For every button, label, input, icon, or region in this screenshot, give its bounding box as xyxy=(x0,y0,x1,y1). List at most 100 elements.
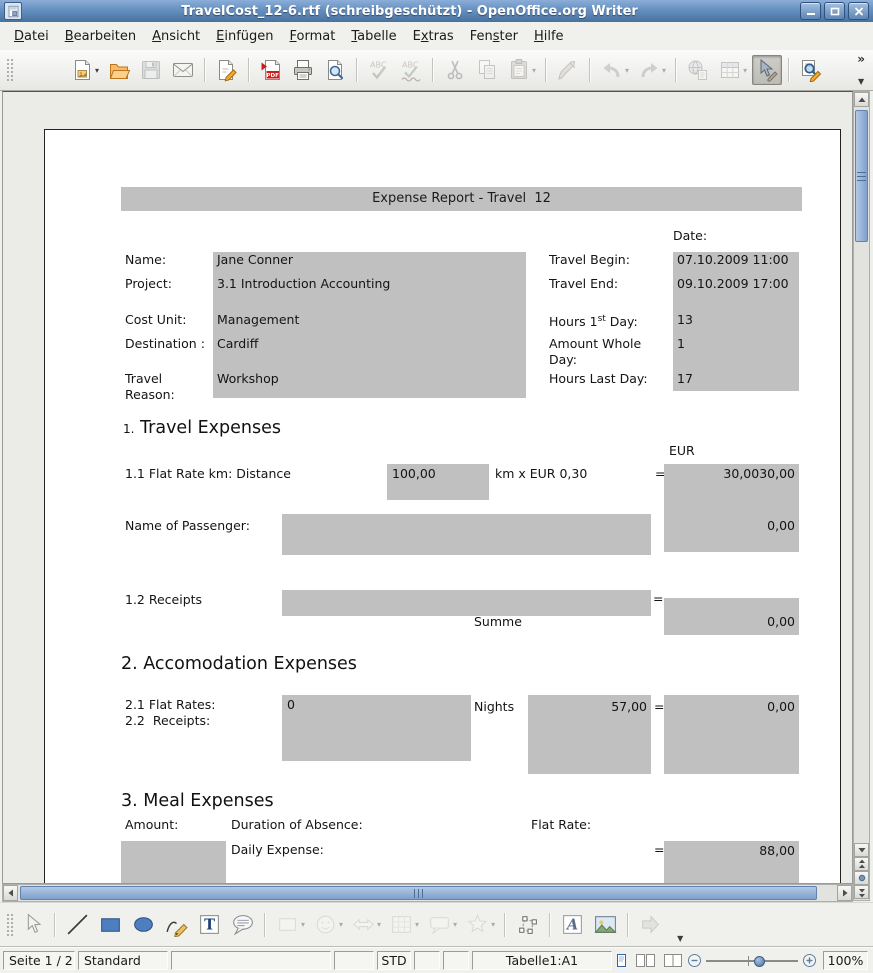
table-button: ▾ xyxy=(715,55,750,85)
maximize-button[interactable] xyxy=(824,2,845,20)
text-box-button[interactable]: T xyxy=(194,909,225,940)
callout-icon xyxy=(230,912,255,937)
print-button[interactable] xyxy=(288,55,318,85)
dropdown-caret-icon: ▾ xyxy=(301,920,305,929)
edit-file-button[interactable] xyxy=(212,55,242,85)
extrusion-button xyxy=(635,909,666,940)
status-insert-mode[interactable]: STD xyxy=(377,951,411,970)
select-button[interactable] xyxy=(17,909,48,940)
hyperlink-icon xyxy=(686,58,710,82)
callout-button[interactable] xyxy=(227,909,258,940)
next-page-button[interactable] xyxy=(854,885,869,899)
vertical-scrollbar[interactable] xyxy=(853,91,870,901)
nights-value: 57,00 xyxy=(528,699,647,715)
passenger-field[interactable] xyxy=(282,514,651,555)
export-pdf-button[interactable]: PDF xyxy=(256,55,286,85)
menu-item-hilfe[interactable]: Hilfe xyxy=(526,25,572,48)
edit-file-icon xyxy=(215,58,239,82)
callout-shapes-icon xyxy=(427,912,452,937)
format-paintbrush-icon xyxy=(556,58,580,82)
equals-sign-4: = xyxy=(654,842,664,858)
menu-item-extras[interactable]: Extras xyxy=(405,25,462,48)
toolbar-separator xyxy=(589,58,591,82)
zoom-slider-track[interactable] xyxy=(706,960,798,962)
zoom-out-icon[interactable] xyxy=(687,953,702,968)
book-view-icon[interactable] xyxy=(662,953,684,969)
previous-page-button[interactable] xyxy=(854,857,869,871)
fontwork-button[interactable]: A xyxy=(557,909,588,940)
page-preview-icon xyxy=(323,58,347,82)
standard-toolbar: ▾PDFABCABC▾▾▾▾ » ▼ xyxy=(0,50,873,91)
zoom-in-icon[interactable] xyxy=(802,953,817,968)
page-preview-button[interactable] xyxy=(320,55,350,85)
status-page-count[interactable]: Seite 1 / 2 xyxy=(3,951,75,970)
drawing-toolbar: T▾▾▾▾▾▾A ▼ xyxy=(0,902,873,946)
menu-item-einfuegen[interactable]: Einfügen xyxy=(208,25,281,48)
status-zoom-percent[interactable]: 100% xyxy=(823,951,868,970)
picture-from-file-button[interactable] xyxy=(590,909,621,940)
cost-unit-value: Management xyxy=(217,312,299,328)
text-box-icon: T xyxy=(197,912,222,937)
edit-points-button[interactable] xyxy=(512,909,543,940)
hours-last-day-label: Hours Last Day: xyxy=(549,371,648,387)
window-buttons xyxy=(797,2,869,20)
status-page-style[interactable]: Standard xyxy=(78,951,168,970)
print-icon xyxy=(291,58,315,82)
zoom-slider-thumb[interactable] xyxy=(754,956,765,967)
multi-page-view-icon[interactable] xyxy=(635,953,657,969)
document-page[interactable]: Expense Report - Travel 12 Date: Name: J… xyxy=(44,129,841,884)
horizontal-scrollbar[interactable] xyxy=(2,884,853,902)
minimize-button[interactable] xyxy=(800,2,821,20)
line-button[interactable] xyxy=(62,909,93,940)
select-icon xyxy=(20,912,45,937)
navigation-button[interactable] xyxy=(854,871,869,885)
project-label: Project: xyxy=(125,276,172,292)
scroll-up-button[interactable] xyxy=(854,92,869,107)
block-arrows-icon xyxy=(351,912,376,937)
menu-item-datei[interactable]: Datei xyxy=(6,25,57,48)
paste-icon xyxy=(507,58,531,82)
toolbar-separator xyxy=(549,913,551,937)
spellcheck-icon: ABC xyxy=(367,58,391,82)
auto-spellcheck-icon: ABC xyxy=(399,58,423,82)
drawbar-grip[interactable] xyxy=(6,913,13,937)
menu-item-bearbeiten[interactable]: Bearbeiten xyxy=(57,25,144,48)
email-button[interactable] xyxy=(168,55,198,85)
dropdown-caret-icon[interactable]: ▾ xyxy=(95,66,99,75)
menu-item-format[interactable]: Format xyxy=(282,25,344,48)
cut-button xyxy=(440,55,470,85)
toolbar-overflow-button[interactable]: » ▼ xyxy=(852,53,870,87)
scroll-left-button[interactable] xyxy=(3,885,18,901)
single-page-view-icon[interactable] xyxy=(612,953,630,969)
find-replace-button[interactable] xyxy=(796,55,826,85)
draw-functions-button[interactable] xyxy=(752,55,782,85)
vertical-scroll-thumb[interactable] xyxy=(855,110,868,242)
ellipse-button[interactable] xyxy=(128,909,159,940)
open-button[interactable] xyxy=(104,55,134,85)
receipts-field[interactable] xyxy=(282,590,651,616)
view-layout-buttons xyxy=(615,951,681,970)
flat-rates-field[interactable] xyxy=(282,695,471,761)
toolbar-buttons: ▾PDFABCABC▾▾▾▾ xyxy=(66,55,827,85)
copy-icon xyxy=(475,58,499,82)
meal-amount-field[interactable] xyxy=(121,841,226,884)
scroll-down-button[interactable] xyxy=(854,843,869,857)
menu-item-fenster[interactable]: Fenster xyxy=(462,25,526,48)
freeform-line-button[interactable] xyxy=(161,909,192,940)
toolbar-grip[interactable] xyxy=(6,58,13,82)
scroll-right-button[interactable] xyxy=(837,885,852,901)
dropdown-caret-icon: ▾ xyxy=(625,66,629,75)
new-document-button[interactable]: ▾ xyxy=(67,55,102,85)
travel-reason-label: Travel Reason: xyxy=(125,371,195,402)
menu-item-ansicht[interactable]: Ansicht xyxy=(144,25,208,48)
overflow-chevron-icon: » xyxy=(857,54,865,64)
extrusion-icon xyxy=(638,912,663,937)
menu-item-tabelle[interactable]: Tabelle xyxy=(343,25,404,48)
rectangle-button[interactable] xyxy=(95,909,126,940)
symbol-shapes-icon xyxy=(313,912,338,937)
drawbar-options-caret-icon[interactable]: ▼ xyxy=(677,934,683,943)
toolbar-separator xyxy=(54,913,56,937)
close-button[interactable] xyxy=(848,2,869,20)
passenger-result-value: 0,00 xyxy=(664,518,795,534)
horizontal-scroll-thumb[interactable] xyxy=(20,886,817,900)
